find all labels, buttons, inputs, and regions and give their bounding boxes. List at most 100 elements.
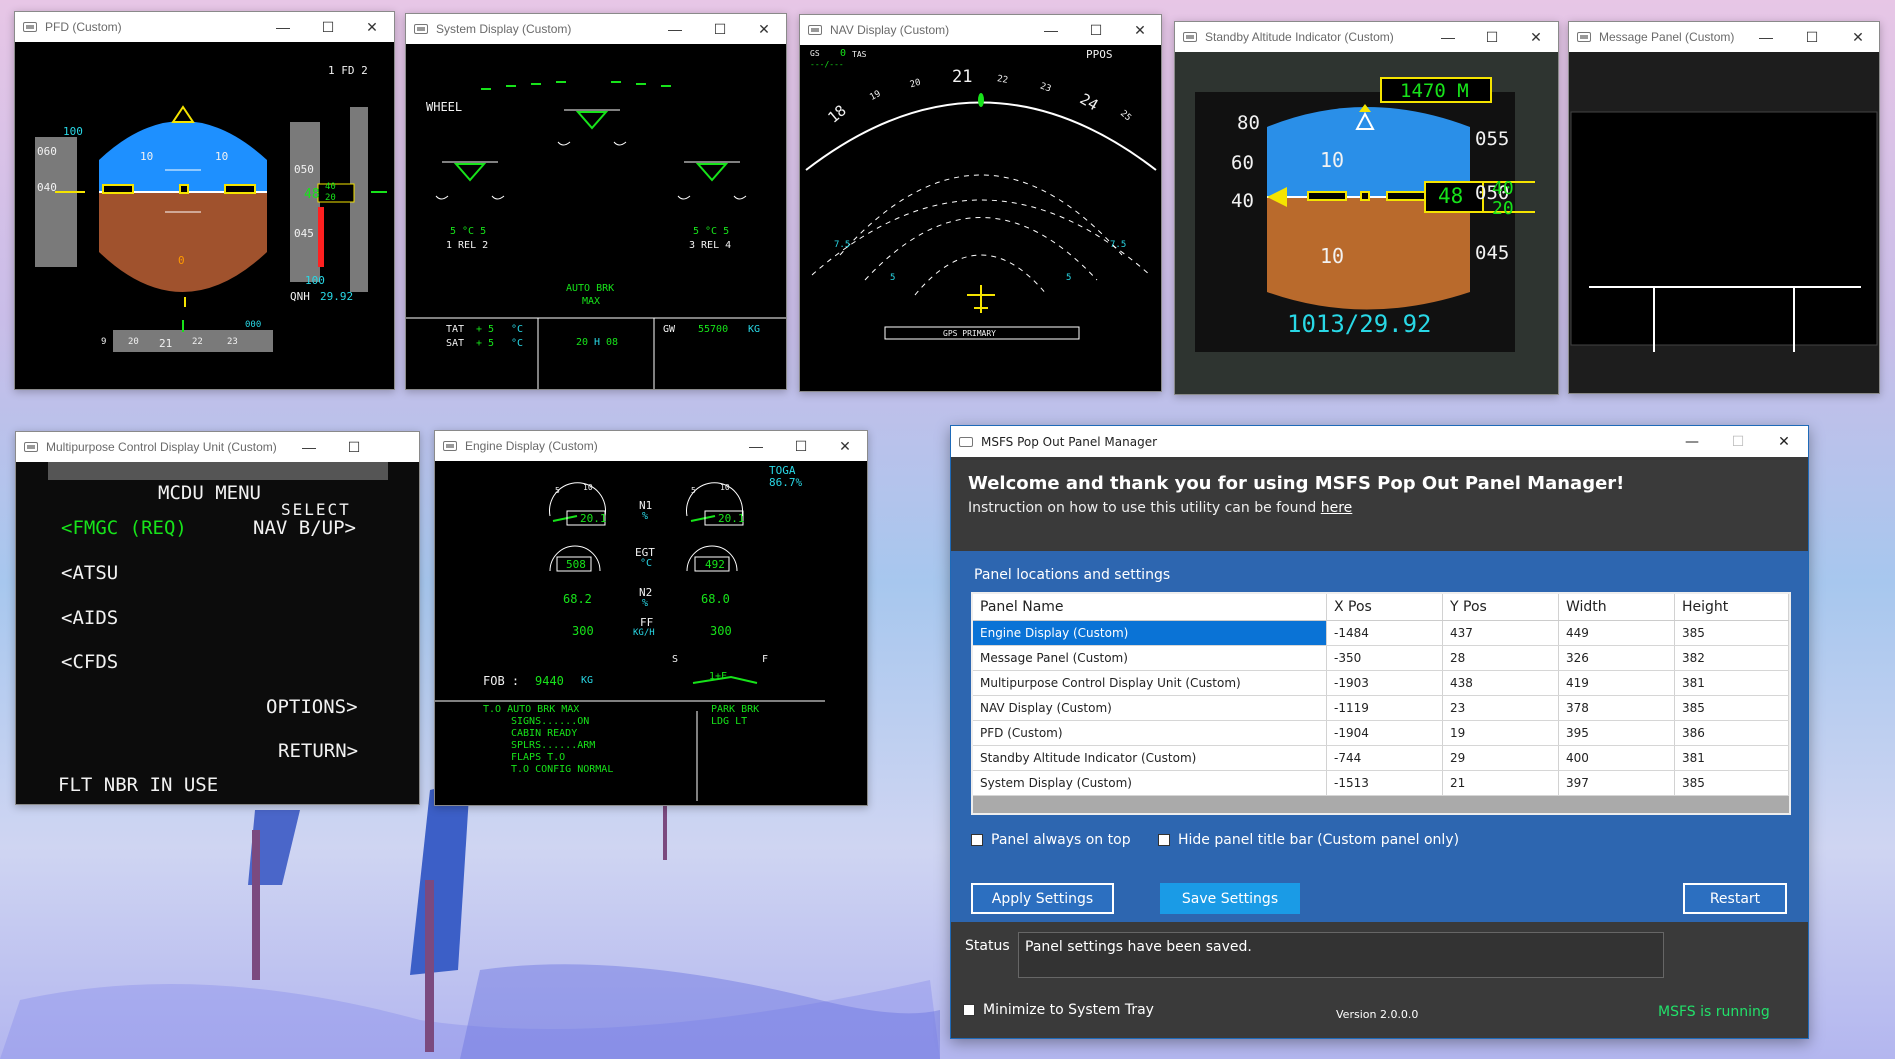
col-width[interactable]: Width	[1559, 594, 1675, 620]
cell[interactable]: -1119	[1327, 696, 1443, 720]
col-x-pos[interactable]: X Pos	[1327, 594, 1443, 620]
cell[interactable]: PFD (Custom)	[973, 721, 1327, 745]
cell[interactable]: -744	[1327, 746, 1443, 770]
mcdu-cfds[interactable]: <CFDS	[61, 651, 118, 673]
cell[interactable]: 385	[1675, 696, 1789, 720]
cell[interactable]: 449	[1559, 621, 1675, 645]
checkbox-box[interactable]	[971, 834, 983, 846]
cell[interactable]: Standby Altitude Indicator (Custom)	[973, 746, 1327, 770]
manager-window[interactable]: MSFS Pop Out Panel Manager — ☐ ✕ Welcome…	[950, 425, 1809, 1039]
cell[interactable]: 28	[1443, 646, 1559, 670]
cell[interactable]: -1513	[1327, 771, 1443, 795]
maximize-button[interactable]: ☐	[1789, 22, 1835, 52]
standby-titlebar[interactable]: Standby Altitude Indicator (Custom) — ☐ …	[1175, 22, 1558, 52]
close-button[interactable]: ✕	[1761, 426, 1807, 457]
instruction-link[interactable]: here	[1321, 500, 1353, 516]
cell[interactable]: 438	[1443, 671, 1559, 695]
cell[interactable]: System Display (Custom)	[973, 771, 1327, 795]
panel-table[interactable]: Panel Name X Pos Y Pos Width Height Engi…	[971, 592, 1791, 815]
checkbox-box[interactable]	[1158, 834, 1170, 846]
col-y-pos[interactable]: Y Pos	[1443, 594, 1559, 620]
cell[interactable]: Multipurpose Control Display Unit (Custo…	[973, 671, 1327, 695]
cell[interactable]: 381	[1675, 671, 1789, 695]
cell[interactable]: -1904	[1327, 721, 1443, 745]
close-button[interactable]: ✕	[1513, 22, 1558, 52]
maximize-button[interactable]: ☐	[778, 431, 824, 461]
msg-titlebar[interactable]: Message Panel (Custom) — ☐ ✕	[1569, 22, 1879, 52]
mcdu-options[interactable]: OPTIONS>	[266, 696, 358, 718]
minimize-button[interactable]: —	[1425, 22, 1471, 52]
message-panel-window[interactable]: Message Panel (Custom) — ☐ ✕	[1568, 21, 1880, 394]
maximize-button[interactable]: ☐	[331, 432, 377, 462]
minimize-button[interactable]: —	[1743, 22, 1789, 52]
pfd-window[interactable]: PFD (Custom) — ☐ ✕ 1 FD 2 100 060 040 10…	[14, 11, 395, 390]
cell[interactable]: 381	[1675, 746, 1789, 770]
mcdu-return[interactable]: RETURN>	[278, 740, 358, 762]
apply-settings-button[interactable]: Apply Settings	[971, 883, 1114, 914]
close-button[interactable]: ✕	[822, 431, 867, 461]
cell[interactable]: 395	[1559, 721, 1675, 745]
minimize-button[interactable]: —	[733, 431, 779, 461]
table-row[interactable]: Message Panel (Custom) -350 28 326 382	[973, 646, 1789, 671]
cell[interactable]: 382	[1675, 646, 1789, 670]
cell[interactable]: -1484	[1327, 621, 1443, 645]
cell[interactable]: 385	[1675, 621, 1789, 645]
standby-window[interactable]: Standby Altitude Indicator (Custom) — ☐ …	[1174, 21, 1559, 395]
close-button[interactable]: ✕	[1835, 22, 1879, 52]
cell[interactable]: NAV Display (Custom)	[973, 696, 1327, 720]
col-panel-name[interactable]: Panel Name	[973, 594, 1327, 620]
nav-display-window[interactable]: NAV Display (Custom) — ☐ ✕ GS 0 TAS ---/…	[799, 14, 1162, 392]
cell[interactable]: 437	[1443, 621, 1559, 645]
save-settings-button[interactable]: Save Settings	[1160, 883, 1300, 914]
minimize-button[interactable]: —	[1669, 426, 1715, 457]
cell[interactable]: Message Panel (Custom)	[973, 646, 1327, 670]
maximize-button[interactable]: ☐	[305, 12, 351, 42]
cell[interactable]: 397	[1559, 771, 1675, 795]
cell[interactable]: 326	[1559, 646, 1675, 670]
sysdisp-titlebar[interactable]: System Display (Custom) — ☐ ✕	[406, 14, 786, 44]
maximize-button[interactable]: ☐	[1073, 15, 1119, 45]
maximize-button[interactable]: ☐	[1715, 426, 1761, 457]
mcdu-titlebar[interactable]: Multipurpose Control Display Unit (Custo…	[16, 432, 419, 462]
cell[interactable]: Engine Display (Custom)	[973, 621, 1327, 645]
table-row[interactable]: NAV Display (Custom) -1119 23 378 385	[973, 696, 1789, 721]
maximize-button[interactable]: ☐	[697, 14, 743, 44]
checkbox-box[interactable]	[963, 1004, 975, 1016]
table-row[interactable]: System Display (Custom) -1513 21 397 385	[973, 771, 1789, 796]
minimize-button[interactable]: —	[652, 14, 698, 44]
close-button[interactable]: ✕	[1117, 15, 1161, 45]
mcdu-window[interactable]: Multipurpose Control Display Unit (Custo…	[15, 431, 420, 805]
manager-titlebar[interactable]: MSFS Pop Out Panel Manager — ☐ ✕	[951, 426, 1808, 457]
engine-display-window[interactable]: Engine Display (Custom) — ☐ ✕ TOGA 86.7%…	[434, 430, 868, 806]
cell[interactable]: 419	[1559, 671, 1675, 695]
cell[interactable]: 23	[1443, 696, 1559, 720]
system-display-window[interactable]: System Display (Custom) — ☐ ✕ WHEEL 5 °C…	[405, 13, 787, 390]
col-height[interactable]: Height	[1675, 594, 1789, 620]
table-row[interactable]: Engine Display (Custom) -1484 437 449 38…	[973, 621, 1789, 646]
cell[interactable]: -1903	[1327, 671, 1443, 695]
mcdu-fmgc[interactable]: <FMGC (REQ)	[61, 517, 187, 539]
mcdu-atsu[interactable]: <ATSU	[61, 562, 118, 584]
maximize-button[interactable]: ☐	[1469, 22, 1515, 52]
engine-titlebar[interactable]: Engine Display (Custom) — ☐ ✕	[435, 431, 867, 461]
mcdu-aids[interactable]: <AIDS	[61, 607, 118, 629]
cell[interactable]: 386	[1675, 721, 1789, 745]
cell[interactable]: -350	[1327, 646, 1443, 670]
cell[interactable]: 21	[1443, 771, 1559, 795]
hide-title-bar-checkbox[interactable]: Hide panel title bar (Custom panel only)	[1158, 832, 1459, 848]
mcdu-nav-bup[interactable]: NAV B/UP>	[253, 517, 356, 539]
cell[interactable]: 378	[1559, 696, 1675, 720]
table-row[interactable]: PFD (Custom) -1904 19 395 386	[973, 721, 1789, 746]
restart-button[interactable]: Restart	[1683, 883, 1787, 914]
close-button[interactable]: ✕	[349, 12, 394, 42]
table-row[interactable]: Multipurpose Control Display Unit (Custo…	[973, 671, 1789, 696]
minimize-button[interactable]: —	[1028, 15, 1074, 45]
minimize-button[interactable]: —	[260, 12, 306, 42]
pfd-titlebar[interactable]: PFD (Custom) — ☐ ✕	[15, 12, 394, 42]
cell[interactable]: 29	[1443, 746, 1559, 770]
table-row[interactable]: Standby Altitude Indicator (Custom) -744…	[973, 746, 1789, 771]
minimize-to-tray-checkbox[interactable]: Minimize to System Tray	[963, 1002, 1154, 1018]
always-on-top-checkbox[interactable]: Panel always on top	[971, 832, 1131, 848]
minimize-button[interactable]: —	[286, 432, 332, 462]
cell[interactable]: 385	[1675, 771, 1789, 795]
